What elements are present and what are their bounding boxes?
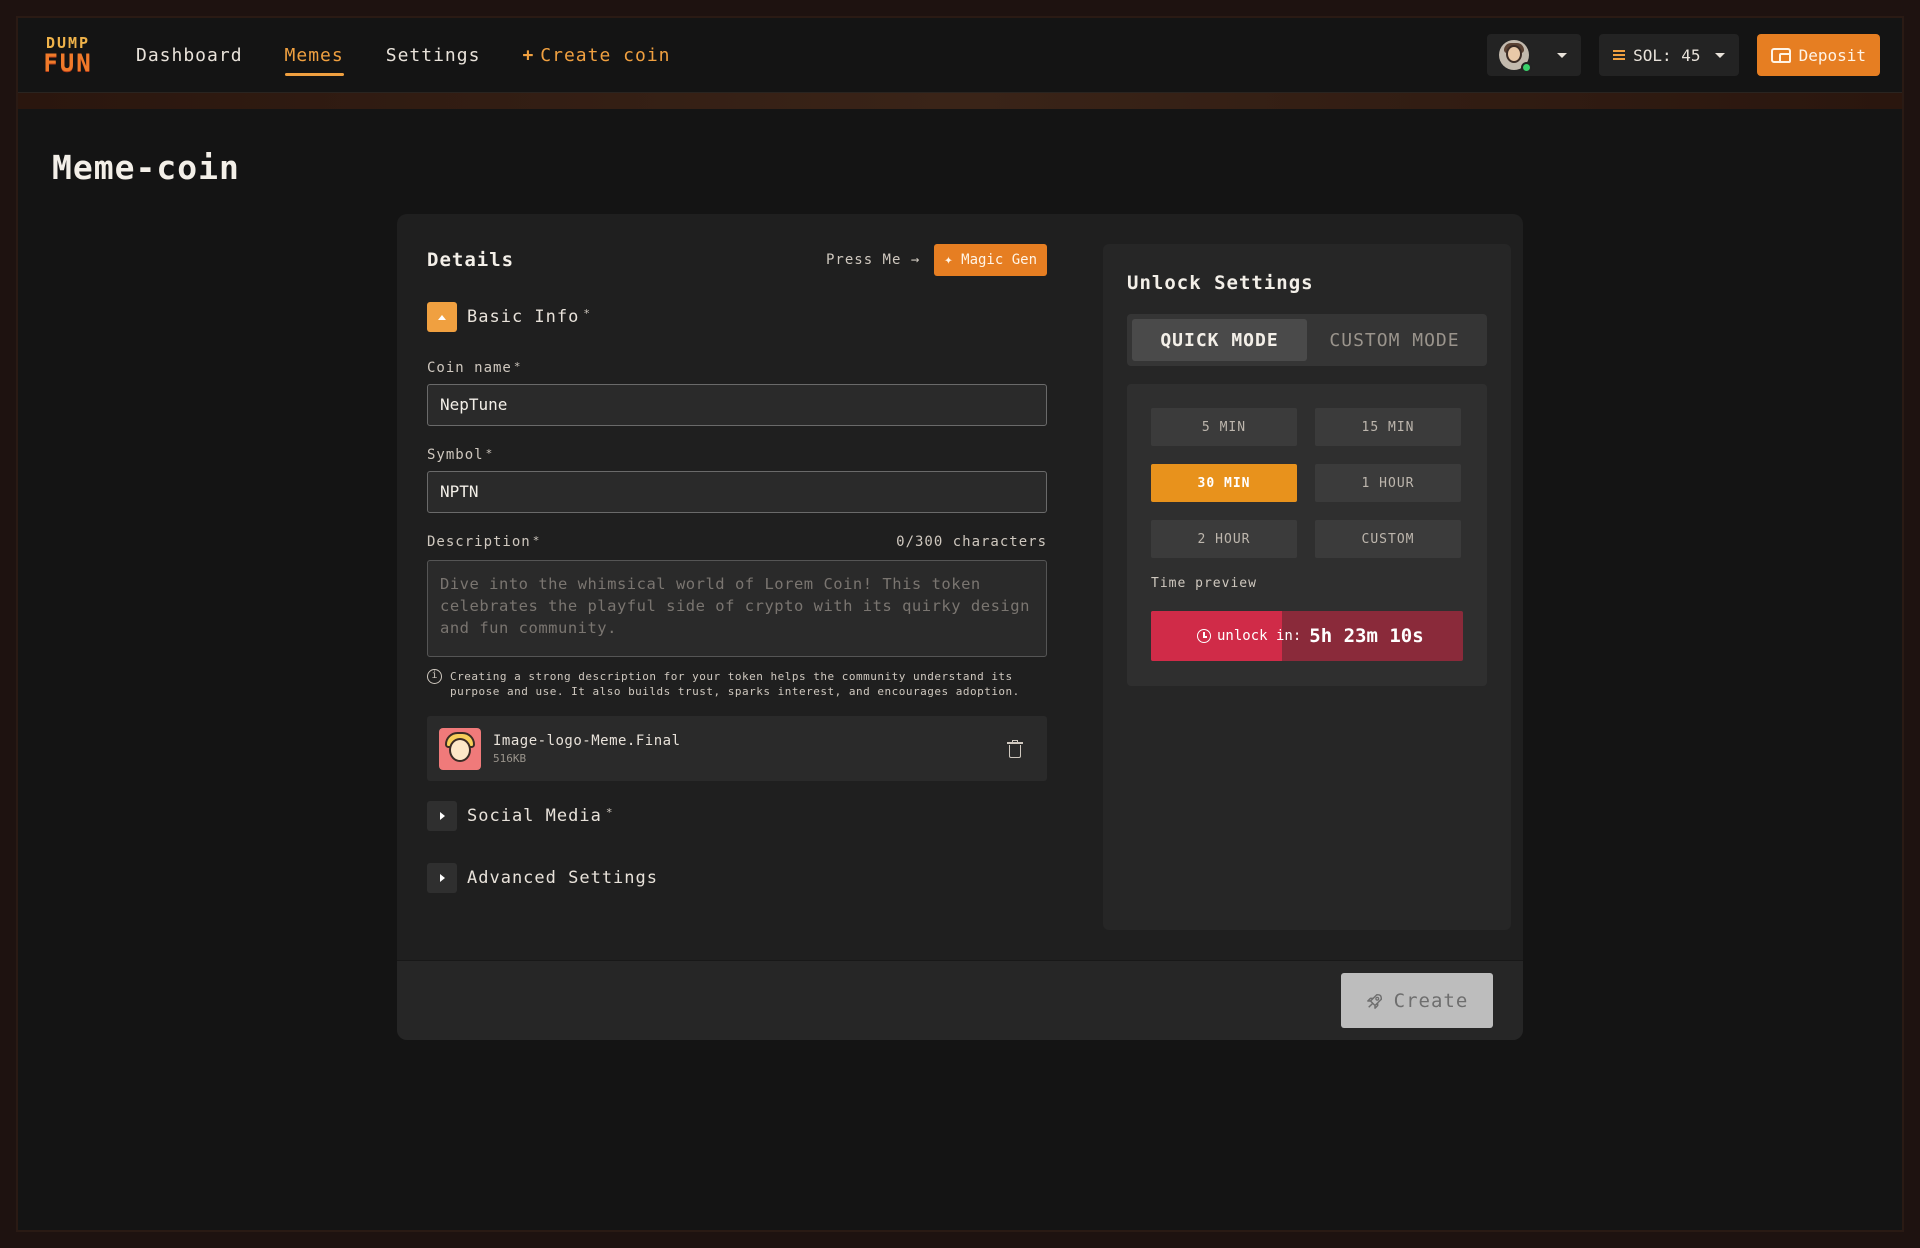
time-option-1-hour[interactable]: 1 HOUR <box>1315 464 1461 502</box>
info-icon: i <box>427 669 442 684</box>
hint-text: Creating a strong description for your t… <box>450 670 1020 698</box>
expand-toggle[interactable] <box>427 801 457 831</box>
social-media-label: Social Media * <box>467 806 613 826</box>
sol-balance-button[interactable]: SOL: 45 <box>1599 34 1739 76</box>
quick-mode-tab[interactable]: QUICK MODE <box>1132 319 1307 361</box>
required-marker: * <box>485 447 494 460</box>
chevron-down-icon <box>1714 52 1725 58</box>
chevron-right-icon <box>439 812 445 820</box>
header-divider <box>18 93 1902 109</box>
coin-name-label-text: Coin name <box>427 360 512 376</box>
unlock-countdown: unlock in: 5h 23m 10s <box>1151 611 1463 661</box>
file-thumbnail <box>439 727 481 770</box>
unlock-settings-title: Unlock Settings <box>1127 272 1314 294</box>
collapse-toggle[interactable] <box>427 302 457 332</box>
required-marker: * <box>532 534 541 547</box>
sol-balance-label: SOL: 45 <box>1633 45 1701 65</box>
nav-create-coin[interactable]: + Create coin <box>522 45 670 66</box>
details-column: Details Press Me → ✦ Magic Gen Basic Inf… <box>427 244 1047 893</box>
description-group: Description * 0/300 characters Dive into … <box>427 534 1047 699</box>
file-name: Image-logo-Meme.Final <box>493 732 681 749</box>
time-option-5-min[interactable]: 5 MIN <box>1151 408 1297 446</box>
required-marker: * <box>513 360 522 373</box>
press-me-hint: Press Me → <box>825 252 921 268</box>
unlock-label: unlock in: <box>1217 628 1302 644</box>
wallet-icon <box>1770 47 1791 63</box>
expand-toggle[interactable] <box>427 863 457 893</box>
required-marker: * <box>583 307 591 320</box>
user-menu-button[interactable] <box>1487 34 1582 76</box>
coin-name-input[interactable]: NepTune <box>427 384 1047 426</box>
time-option-2-hour[interactable]: 2 HOUR <box>1151 520 1297 558</box>
uploaded-file: Image-logo-Meme.Final 516KB <box>427 716 1047 781</box>
time-preview-label: Time preview <box>1151 576 1257 591</box>
clock-icon <box>1197 629 1211 643</box>
social-media-section[interactable]: Social Media * <box>427 801 1047 831</box>
time-option-15-min[interactable]: 15 MIN <box>1315 408 1461 446</box>
description-label: Description * <box>427 534 540 550</box>
character-counter: 0/300 characters <box>896 534 1047 550</box>
description-label-text: Description <box>427 534 531 550</box>
basic-info-text: Basic Info <box>467 307 580 327</box>
magic-gen-button[interactable]: ✦ Magic Gen <box>934 244 1047 276</box>
custom-mode-tab[interactable]: CUSTOM MODE <box>1307 319 1482 361</box>
page-title: Meme-coin <box>52 148 240 187</box>
unlock-time: 5h 23m 10s <box>1309 625 1424 647</box>
app-frame: DUMP FUN Dashboard Memes Settings + Creat… <box>18 18 1902 1230</box>
symbol-label-text: Symbol <box>427 447 484 463</box>
top-nav: DUMP FUN Dashboard Memes Settings + Creat… <box>18 18 1902 93</box>
advanced-settings-section[interactable]: Advanced Settings <box>427 863 1047 893</box>
brand-logo[interactable]: DUMP FUN <box>40 36 96 78</box>
chevron-down-icon <box>1557 52 1568 58</box>
symbol-group: Symbol * NPTN <box>427 447 1047 513</box>
form-footer: Create <box>397 960 1523 1040</box>
advanced-settings-label: Advanced Settings <box>467 868 658 888</box>
basic-info-section[interactable]: Basic Info * <box>427 302 1047 332</box>
deposit-button[interactable]: Deposit <box>1756 34 1880 76</box>
meme-coin-form: Details Press Me → ✦ Magic Gen Basic Inf… <box>397 214 1523 1040</box>
mode-switch: QUICK MODE CUSTOM MODE <box>1127 314 1487 366</box>
description-hint: i Creating a strong description for your… <box>427 669 1047 699</box>
symbol-label: Symbol * <box>427 447 1047 463</box>
symbol-input[interactable]: NPTN <box>427 471 1047 513</box>
basic-info-label: Basic Info * <box>467 307 591 327</box>
magic-gen-row: Press Me → ✦ Magic Gen <box>826 244 1047 276</box>
main-nav: Dashboard Memes Settings + Create coin <box>136 18 671 93</box>
create-coin-label: Create coin <box>540 45 671 66</box>
brand-line-2: FUN <box>43 49 93 77</box>
required-marker: * <box>605 806 614 819</box>
nav-settings[interactable]: Settings <box>386 45 481 66</box>
plus-icon: + <box>522 45 535 66</box>
social-media-text: Social Media <box>467 806 602 826</box>
trash-icon[interactable] <box>1007 740 1023 758</box>
create-button[interactable]: Create <box>1341 973 1493 1028</box>
header-controls: SOL: 45 Deposit <box>1487 34 1880 76</box>
file-size: 516KB <box>493 751 527 765</box>
coin-name-label: Coin name * <box>427 360 1047 376</box>
description-textarea[interactable]: Dive into the whimsical world of Lorem C… <box>427 560 1047 657</box>
nav-dashboard[interactable]: Dashboard <box>136 45 243 66</box>
details-title: Details <box>427 249 515 271</box>
countdown-content: unlock in: 5h 23m 10s <box>1151 611 1463 661</box>
avatar <box>1499 40 1533 73</box>
online-status-icon <box>1521 62 1533 73</box>
thumb-face <box>449 737 471 762</box>
create-label: Create <box>1393 989 1469 1012</box>
time-option-custom[interactable]: CUSTOM <box>1315 520 1461 558</box>
chevron-right-icon <box>439 874 445 882</box>
chevron-up-icon <box>438 314 446 320</box>
avatar-head <box>1506 45 1523 63</box>
rocket-icon <box>1366 993 1382 1009</box>
time-option-30-min[interactable]: 30 MIN <box>1151 464 1297 502</box>
nav-memes[interactable]: Memes <box>284 45 344 76</box>
sol-icon <box>1613 50 1626 60</box>
description-header: Description * 0/300 characters <box>427 534 1047 550</box>
details-header: Details Press Me → ✦ Magic Gen <box>427 244 1047 276</box>
time-options-panel: 5 MIN 15 MIN 30 MIN 1 HOUR 2 HOUR CUSTOM… <box>1127 384 1487 686</box>
coin-name-group: Coin name * NepTune <box>427 360 1047 426</box>
file-info: Image-logo-Meme.Final 516KB <box>493 733 681 765</box>
deposit-label: Deposit <box>1798 45 1866 65</box>
unlock-settings-panel: Unlock Settings QUICK MODE CUSTOM MODE 5… <box>1103 244 1511 930</box>
time-options: 5 MIN 15 MIN 30 MIN 1 HOUR 2 HOUR CUSTOM <box>1151 408 1461 558</box>
